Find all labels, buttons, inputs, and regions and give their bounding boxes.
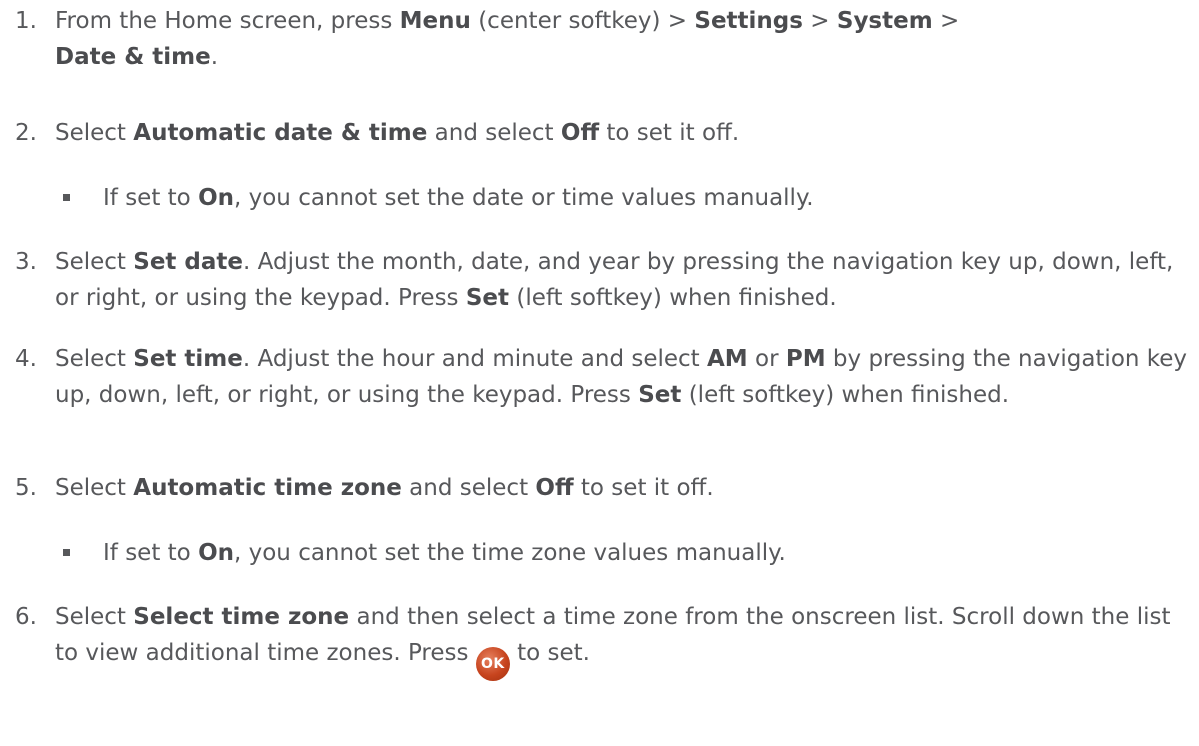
bullet-icon [63,194,70,201]
bullet-icon [63,549,70,556]
step-number: 1. [15,8,37,34]
step-number: 6. [15,604,37,630]
step-6: 6. Select Select time zone and then sele… [0,599,1190,681]
step-text: Select Select time zone and then select … [55,599,1190,681]
note-1: If set to On, you cannot set the date or… [0,180,1190,216]
step-number: 5. [15,475,37,501]
note-2: If set to On, you cannot set the time zo… [0,535,1190,571]
step-text: Select Set time. Adjust the hour and min… [55,346,1188,408]
step-2: 2. Select Automatic date & time and sele… [0,115,1190,151]
instruction-document: 1. From the Home screen, press Menu (cen… [0,0,1199,746]
note-text: If set to On, you cannot set the date or… [103,185,814,211]
step-1: 1. From the Home screen, press Menu (cen… [0,3,1190,75]
step-text: From the Home screen, press Menu (center… [55,8,960,70]
note-text: If set to On, you cannot set the time zo… [103,540,786,566]
step-5: 5. Select Automatic time zone and select… [0,470,1190,506]
step-number: 3. [15,249,37,275]
ok-button-icon: OK [475,647,510,681]
step-text: Select Set date. Adjust the month, date,… [55,249,1174,311]
step-number: 4. [15,346,37,372]
step-4: 4. Select Set time. Adjust the hour and … [0,341,1190,413]
step-3: 3. Select Set date. Adjust the month, da… [0,244,1190,316]
step-text: Select Automatic date & time and select … [55,120,740,146]
step-text: Select Automatic time zone and select Of… [55,475,714,501]
step-number: 2. [15,120,37,146]
